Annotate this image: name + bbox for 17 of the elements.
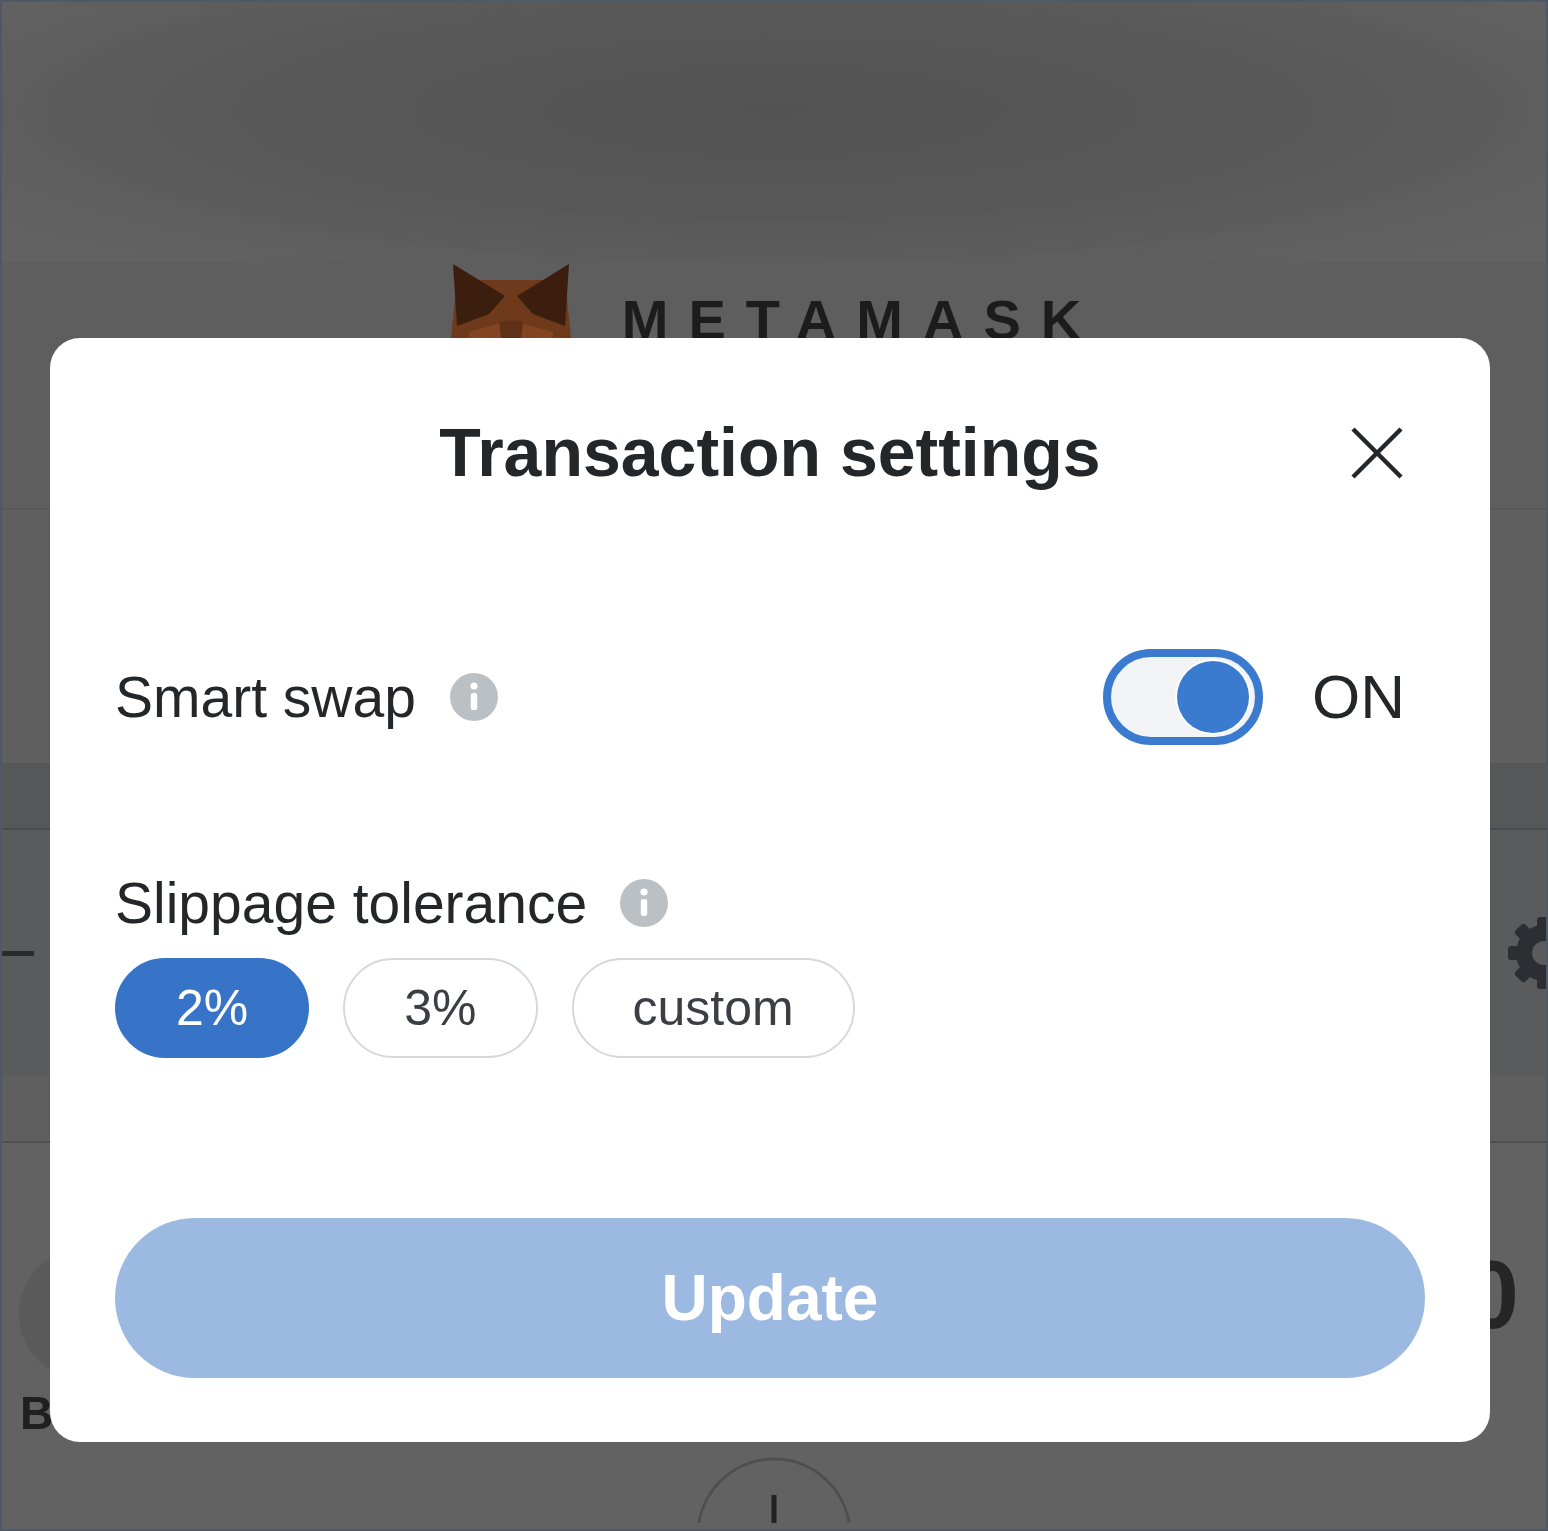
- close-button[interactable]: [1349, 425, 1405, 481]
- logo-text: METAMASK: [621, 292, 1102, 348]
- close-icon: [1350, 426, 1404, 480]
- label-text: B: [20, 1390, 54, 1436]
- option-button[interactable]: 3%: [343, 958, 538, 1058]
- minus-icon: [2, 950, 34, 956]
- option-button[interactable]: 2%: [115, 958, 310, 1058]
- amount-text: 0: [1465, 1247, 1519, 1343]
- circle-button-icon[interactable]: [696, 1457, 852, 1523]
- info-icon[interactable]: [620, 879, 669, 927]
- option-button[interactable]: custom: [571, 958, 855, 1058]
- setting-label: Slippage tolerance: [115, 869, 588, 937]
- toggle-state-text: ON: [1312, 660, 1405, 733]
- dialog-title: Transaction settings: [439, 413, 1101, 493]
- setting-label: Smart swap: [115, 663, 416, 731]
- info-icon[interactable]: [449, 673, 498, 721]
- gear-icon[interactable]: [1506, 917, 1546, 989]
